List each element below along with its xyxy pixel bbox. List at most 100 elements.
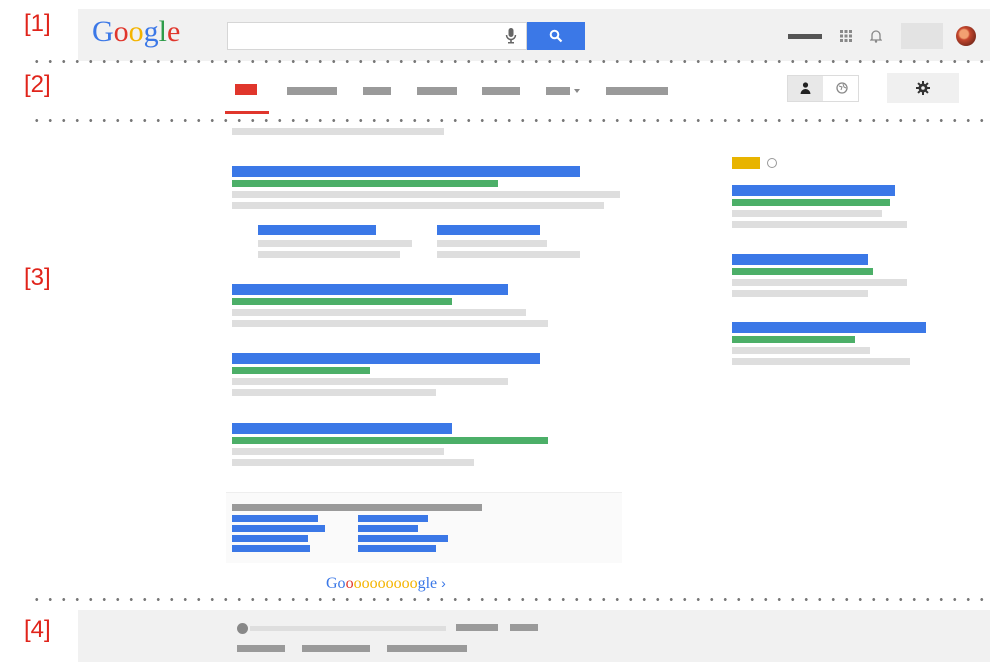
related-search-link[interactable] xyxy=(358,515,428,522)
result-title[interactable] xyxy=(232,353,540,364)
ad-url[interactable] xyxy=(732,336,855,343)
info-icon[interactable] xyxy=(767,158,777,168)
settings-button[interactable] xyxy=(887,73,959,103)
use-precise-location-link[interactable] xyxy=(456,624,498,631)
page-link[interactable]: o xyxy=(378,575,386,592)
ad-snippet-line xyxy=(732,290,868,297)
tab-more-label xyxy=(546,87,570,95)
sitelink-title[interactable] xyxy=(258,225,376,235)
result-url[interactable] xyxy=(232,298,452,305)
related-search-link[interactable] xyxy=(232,545,310,552)
learn-more-link[interactable] xyxy=(510,624,538,631)
page-link[interactable]: o xyxy=(402,575,410,592)
related-search-link[interactable] xyxy=(232,525,325,532)
related-search-link[interactable] xyxy=(358,545,436,552)
caret-down-icon xyxy=(574,89,580,93)
pagination-logo-start: Go xyxy=(326,575,346,592)
result-snippet-line xyxy=(232,320,548,327)
tab-5[interactable] xyxy=(482,87,520,95)
footer-link[interactable] xyxy=(302,645,370,652)
page-link[interactable]: o xyxy=(410,575,418,592)
section-label-3: [3] xyxy=(24,264,51,291)
google-logo[interactable]: Google xyxy=(92,15,180,55)
result-title[interactable] xyxy=(232,284,508,295)
result-snippet-line xyxy=(232,191,620,198)
ad-url[interactable] xyxy=(732,199,890,206)
sitelink-snippet xyxy=(258,251,400,258)
grid-icon[interactable] xyxy=(840,30,852,42)
logo-letter-4: g xyxy=(143,15,159,48)
divider-3 xyxy=(30,598,990,601)
ad-snippet-line xyxy=(732,221,907,228)
page-link[interactable]: o xyxy=(362,575,370,592)
ad-snippet-line xyxy=(732,358,910,365)
section-label-2: [2] xyxy=(24,71,51,98)
page-link[interactable]: o xyxy=(346,575,354,592)
tab-2[interactable] xyxy=(287,87,337,95)
result-title[interactable] xyxy=(232,166,580,177)
gear-icon xyxy=(916,81,930,95)
account-placeholder[interactable] xyxy=(901,23,943,49)
tab-search-tools[interactable] xyxy=(606,87,668,95)
ad-title[interactable] xyxy=(732,185,895,196)
ad-title[interactable] xyxy=(732,254,868,265)
search-input[interactable] xyxy=(232,26,496,48)
related-search-link[interactable] xyxy=(232,515,318,522)
page-link[interactable]: o xyxy=(386,575,394,592)
user-name-placeholder[interactable] xyxy=(788,34,822,39)
result-snippet-line xyxy=(232,378,508,385)
bell-icon[interactable] xyxy=(870,29,882,43)
section-label-1: [1] xyxy=(24,10,51,37)
result-title[interactable] xyxy=(232,423,452,434)
ad-title[interactable] xyxy=(732,322,926,333)
page-link[interactable]: o xyxy=(354,575,362,592)
personal-results-button[interactable] xyxy=(788,76,823,101)
logo-letter-6: e xyxy=(167,15,181,48)
result-url[interactable] xyxy=(232,180,498,187)
tab-3[interactable] xyxy=(363,87,391,95)
result-snippet-line xyxy=(232,389,436,396)
tab-more[interactable] xyxy=(546,87,582,95)
footer-link[interactable] xyxy=(387,645,467,652)
result-snippet-line xyxy=(232,459,474,466)
result-snippet-line xyxy=(232,309,526,316)
ad-url[interactable] xyxy=(732,268,873,275)
tab-all-indicator xyxy=(235,84,257,95)
sitelink-title[interactable] xyxy=(437,225,540,235)
search-button[interactable] xyxy=(527,22,585,50)
microphone-icon[interactable] xyxy=(505,28,517,44)
next-page-arrow[interactable]: › xyxy=(441,575,446,591)
divider-1 xyxy=(30,60,990,63)
related-search-link[interactable] xyxy=(358,535,448,542)
logo-letter-2: o xyxy=(113,15,129,48)
ad-snippet-line xyxy=(732,279,907,286)
tab-all[interactable] xyxy=(225,82,269,114)
section-label-4: [4] xyxy=(24,616,51,643)
sitelink-snippet xyxy=(258,240,412,247)
result-snippet-line xyxy=(232,202,604,209)
globe-icon[interactable] xyxy=(836,82,848,94)
page-link[interactable]: o xyxy=(370,575,378,592)
tab-4[interactable] xyxy=(417,87,457,95)
related-search-link[interactable] xyxy=(232,535,308,542)
related-search-link[interactable] xyxy=(358,525,418,532)
location-text xyxy=(250,626,446,631)
pagination: Goooooooooogle › xyxy=(326,575,446,597)
avatar[interactable] xyxy=(956,26,976,46)
page-link[interactable]: o xyxy=(394,575,402,592)
tab-all-underline xyxy=(225,111,269,114)
logo-letter-1: G xyxy=(92,15,114,48)
result-url[interactable] xyxy=(232,367,370,374)
person-icon xyxy=(800,82,811,94)
ad-badge xyxy=(732,157,760,169)
logo-letter-3: o xyxy=(128,15,144,48)
location-dot-icon xyxy=(237,623,248,634)
result-snippet-line xyxy=(232,448,444,455)
logo-letter-5: l xyxy=(158,15,168,48)
ad-snippet-line xyxy=(732,210,882,217)
result-url[interactable] xyxy=(232,437,548,444)
top-header-bar: Google xyxy=(78,9,990,61)
footer-link[interactable] xyxy=(237,645,285,652)
ad-snippet-line xyxy=(732,347,870,354)
related-searches-box xyxy=(226,492,622,563)
